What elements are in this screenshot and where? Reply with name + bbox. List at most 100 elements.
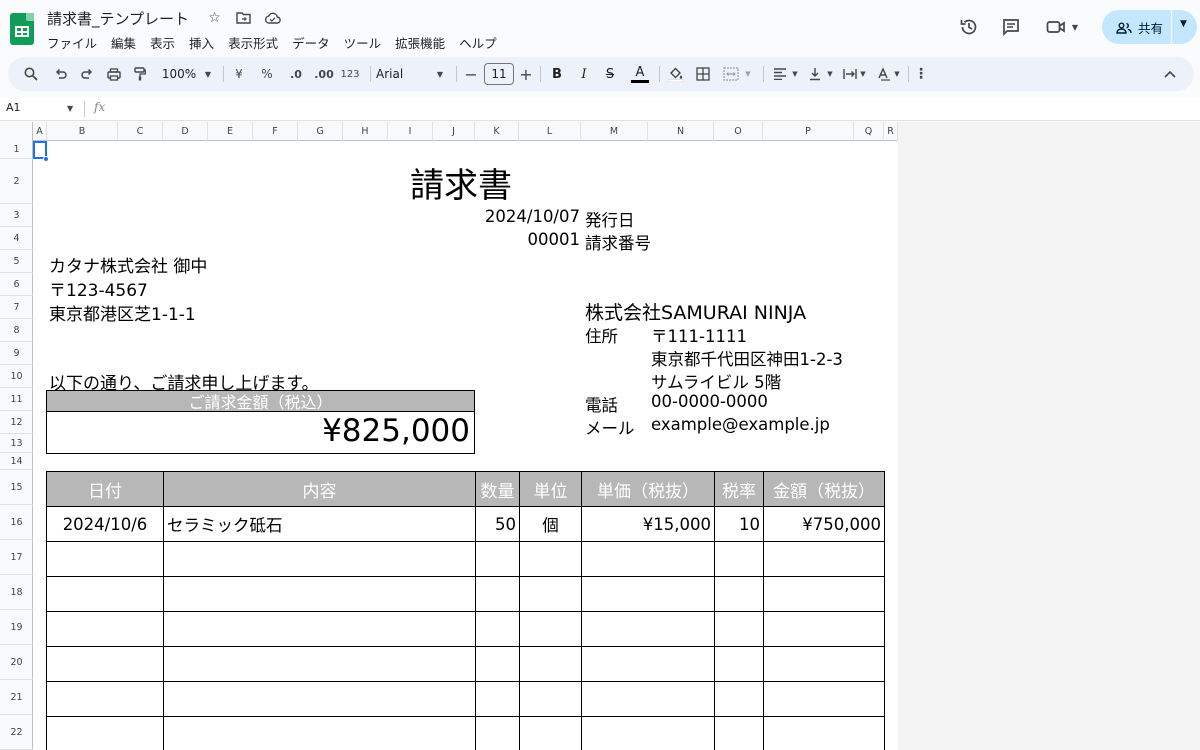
issue-date-value[interactable]: 2024/10/07: [485, 207, 580, 226]
font-family-select[interactable]: Arial: [376, 57, 416, 91]
share-dropdown-icon[interactable]: ▼: [1180, 19, 1187, 29]
empty-cell[interactable]: [763, 681, 885, 717]
cell-quantity[interactable]: 50: [475, 506, 520, 542]
decrease-decimal-button[interactable]: .0: [285, 57, 307, 91]
empty-cell[interactable]: [46, 646, 164, 682]
paint-format-icon[interactable]: [131, 57, 149, 91]
header-description[interactable]: 内容: [163, 471, 476, 507]
empty-cell[interactable]: [475, 576, 520, 612]
empty-cell[interactable]: [714, 646, 764, 682]
cell-description[interactable]: セラミック砥石: [163, 506, 476, 542]
currency-format-button[interactable]: ¥: [230, 57, 248, 91]
mail-label[interactable]: メール: [585, 415, 635, 439]
move-folder-icon[interactable]: [235, 9, 252, 26]
menu-data[interactable]: データ: [292, 32, 336, 53]
empty-cell[interactable]: [714, 611, 764, 647]
empty-cell[interactable]: [581, 681, 715, 717]
client-address[interactable]: 東京都港区芝1-1-1: [49, 300, 196, 325]
font-dropdown-icon[interactable]: ▼: [434, 57, 446, 91]
vertical-align-icon[interactable]: [805, 57, 825, 91]
more-formats-button[interactable]: 123: [339, 57, 361, 91]
star-icon[interactable]: ☆: [206, 9, 223, 26]
bold-button[interactable]: B: [548, 57, 566, 91]
meet-video-icon[interactable]: [1046, 16, 1068, 38]
empty-cell[interactable]: [475, 541, 520, 577]
empty-cell[interactable]: [519, 576, 582, 612]
empty-cell[interactable]: [763, 646, 885, 682]
text-color-button[interactable]: A: [630, 57, 650, 91]
menu-tools[interactable]: ツール: [344, 32, 388, 53]
empty-cell[interactable]: [714, 541, 764, 577]
empty-cell[interactable]: [519, 611, 582, 647]
menu-insert[interactable]: 挿入: [189, 32, 220, 53]
empty-cell[interactable]: [163, 576, 476, 612]
print-icon[interactable]: [105, 57, 123, 91]
text-wrapping-icon[interactable]: [840, 57, 860, 91]
company-name[interactable]: 株式会社SAMURAI NINJA: [585, 298, 806, 325]
cell-amount[interactable]: ¥750,000: [763, 506, 885, 542]
version-history-icon[interactable]: [958, 16, 980, 38]
name-box-dropdown-icon[interactable]: ▼: [67, 104, 73, 113]
cell-tax-rate[interactable]: 10: [714, 506, 764, 542]
empty-cell[interactable]: [714, 681, 764, 717]
empty-cell[interactable]: [475, 611, 520, 647]
invoice-title[interactable]: 請求書: [410, 158, 512, 207]
zoom-dropdown-icon[interactable]: ▼: [202, 57, 214, 91]
menu-view[interactable]: 表示: [150, 32, 181, 53]
empty-cell[interactable]: [519, 716, 582, 750]
menu-edit[interactable]: 編集: [111, 32, 142, 53]
client-zip[interactable]: 〒123-4567: [49, 276, 148, 301]
fill-color-icon[interactable]: [666, 57, 686, 91]
menu-format[interactable]: 表示形式: [228, 32, 284, 53]
empty-cell[interactable]: [46, 716, 164, 750]
mail-value[interactable]: example@example.jp: [651, 415, 830, 434]
empty-cell[interactable]: [519, 541, 582, 577]
empty-cell[interactable]: [46, 681, 164, 717]
empty-cell[interactable]: [519, 681, 582, 717]
invoice-number-label[interactable]: 請求番号: [585, 230, 651, 254]
halign-dropdown-icon[interactable]: ▼: [790, 57, 800, 91]
empty-cell[interactable]: [46, 576, 164, 612]
italic-button[interactable]: I: [575, 57, 593, 91]
increase-decimal-button[interactable]: .00: [312, 57, 336, 91]
merge-dropdown-icon[interactable]: ▼: [743, 57, 753, 91]
cell-unit-price[interactable]: ¥15,000: [581, 506, 715, 542]
undo-icon[interactable]: [51, 57, 69, 91]
meet-dropdown-icon[interactable]: ▼: [1069, 16, 1081, 38]
empty-cell[interactable]: [763, 716, 885, 750]
empty-cell[interactable]: [763, 576, 885, 612]
empty-cell[interactable]: [581, 541, 715, 577]
total-amount-value[interactable]: ¥825,000: [322, 413, 470, 449]
header-unit-price[interactable]: 単価（税抜）: [581, 471, 715, 507]
empty-cell[interactable]: [46, 541, 164, 577]
horizontal-align-icon[interactable]: [770, 57, 790, 91]
cell-unit[interactable]: 個: [519, 506, 582, 542]
empty-cell[interactable]: [714, 716, 764, 750]
empty-cell[interactable]: [581, 646, 715, 682]
empty-cell[interactable]: [475, 646, 520, 682]
empty-cell[interactable]: [714, 576, 764, 612]
empty-cell[interactable]: [163, 541, 476, 577]
redo-icon[interactable]: [78, 57, 96, 91]
empty-cell[interactable]: [46, 611, 164, 647]
rotation-dropdown-icon[interactable]: ▼: [892, 57, 902, 91]
empty-cell[interactable]: [763, 541, 885, 577]
empty-cell[interactable]: [581, 576, 715, 612]
empty-cell[interactable]: [475, 716, 520, 750]
wrap-dropdown-icon[interactable]: ▼: [858, 57, 868, 91]
cloud-saved-icon[interactable]: [264, 9, 281, 26]
font-size-input[interactable]: 11: [484, 63, 514, 85]
cell-date[interactable]: 2024/10/6: [46, 506, 164, 542]
empty-cell[interactable]: [763, 611, 885, 647]
percent-format-button[interactable]: %: [258, 57, 276, 91]
strikethrough-button[interactable]: S: [601, 57, 619, 91]
phone-value[interactable]: 00-0000-0000: [651, 392, 768, 411]
menu-file[interactable]: ファイル: [47, 32, 103, 53]
empty-cell[interactable]: [163, 646, 476, 682]
empty-cell[interactable]: [519, 646, 582, 682]
header-amount[interactable]: 金額（税抜）: [763, 471, 885, 507]
client-name[interactable]: カタナ株式会社 御中: [49, 252, 207, 277]
empty-cell[interactable]: [475, 681, 520, 717]
company-address-line2[interactable]: サムライビル 5階: [651, 369, 781, 393]
valign-dropdown-icon[interactable]: ▼: [825, 57, 835, 91]
